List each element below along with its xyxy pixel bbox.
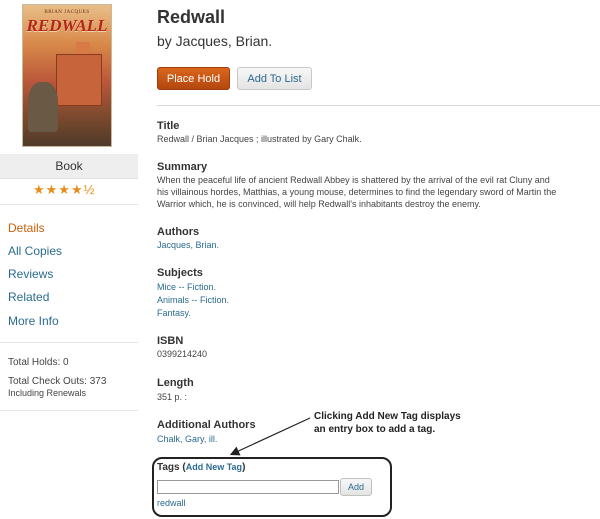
book-title: Redwall bbox=[157, 7, 226, 27]
summary-line: Warrior which, he is convinced, will hel… bbox=[157, 199, 481, 209]
add-to-list-button[interactable]: Add To List bbox=[237, 67, 312, 90]
cover-title-text: REDWALL bbox=[26, 16, 108, 35]
author-link[interactable]: Jacques, Brian. bbox=[157, 240, 219, 250]
isbn-section-heading: ISBN bbox=[157, 335, 184, 347]
book-byline: by Jacques, Brian. bbox=[157, 33, 273, 49]
stats-bottom-divider bbox=[0, 410, 138, 411]
additional-author-link[interactable]: Chalk, Gary, ill. bbox=[157, 434, 217, 444]
isbn-value: 0399214240 bbox=[157, 349, 208, 359]
tags-heading-close: ) bbox=[242, 462, 246, 473]
title-section-heading: Title bbox=[157, 120, 180, 132]
length-value: 351 p. : bbox=[157, 392, 188, 402]
summary-line: his villainous hordes, Matthias, a young… bbox=[157, 187, 557, 197]
nav-top-divider bbox=[0, 204, 138, 205]
star-rating: ★★★★½ bbox=[33, 182, 96, 197]
format-label: Book bbox=[55, 159, 83, 173]
length-section-heading: Length bbox=[157, 377, 194, 389]
subjects-section-heading: Subjects bbox=[157, 267, 203, 279]
annotation-line: Clicking Add New Tag displays bbox=[314, 411, 461, 422]
tags-heading-label: Tags ( bbox=[157, 462, 186, 473]
add-new-tag-link[interactable]: Add New Tag bbox=[186, 462, 242, 472]
subject-link[interactable]: Fantasy. bbox=[157, 308, 191, 318]
header-divider bbox=[157, 105, 600, 106]
add-tag-button[interactable]: Add bbox=[340, 478, 372, 496]
annotation-callout: Clicking Add New Tag displays an entry b… bbox=[314, 410, 461, 436]
tags-heading: Tags (Add New Tag) bbox=[157, 462, 245, 473]
cover-castle-art bbox=[56, 54, 102, 106]
tag-entry-input[interactable] bbox=[157, 480, 339, 494]
nav-reviews-link[interactable]: Reviews bbox=[8, 267, 53, 281]
tag-link[interactable]: redwall bbox=[157, 498, 186, 508]
book-cover-image[interactable]: BRIAN JACQUES REDWALL bbox=[22, 4, 112, 147]
subject-link[interactable]: Animals -- Fiction. bbox=[157, 295, 229, 305]
summary-section-heading: Summary bbox=[157, 161, 208, 173]
additional-authors-heading: Additional Authors bbox=[157, 419, 256, 431]
cover-mouse-art bbox=[28, 82, 58, 132]
subject-link[interactable]: Mice -- Fiction. bbox=[157, 282, 216, 292]
nav-more-info-link[interactable]: More Info bbox=[8, 314, 59, 328]
nav-all-copies-link[interactable]: All Copies bbox=[8, 244, 62, 258]
summary-line: When the peaceful life of ancient Redwal… bbox=[157, 175, 550, 185]
nav-details-link[interactable]: Details bbox=[8, 221, 45, 235]
place-hold-button[interactable]: Place Hold bbox=[157, 67, 230, 90]
total-holds-text: Total Holds: 0 bbox=[8, 357, 69, 368]
title-section-value: Redwall / Brian Jacques ; illustrated by… bbox=[157, 134, 362, 144]
cover-author-text: BRIAN JACQUES bbox=[44, 10, 90, 15]
nav-related-link[interactable]: Related bbox=[8, 290, 49, 304]
stats-top-divider bbox=[0, 342, 138, 343]
format-box: Book bbox=[0, 154, 138, 179]
authors-section-heading: Authors bbox=[157, 226, 200, 238]
renewals-note: Including Renewals bbox=[8, 388, 87, 398]
annotation-line: an entry box to add a tag. bbox=[314, 424, 436, 435]
total-checkouts-text: Total Check Outs: 373 bbox=[8, 376, 107, 387]
